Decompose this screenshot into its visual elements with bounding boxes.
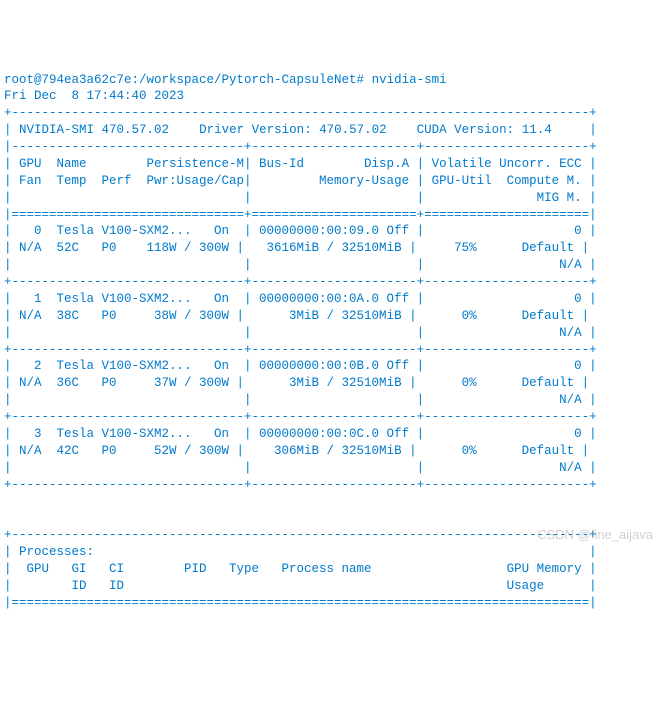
watermark: CSDN @fine_aijava (537, 526, 653, 544)
col-header-2: | Fan Temp Perf Pwr:Usage/Cap| Memory-Us… (4, 174, 597, 188)
col-header-sep: |===============================+=======… (4, 208, 597, 222)
command: nvidia-smi (372, 73, 447, 87)
col-header-3: | | | MIG M. | (4, 191, 597, 205)
col-header-1: | GPU Name Persistence-M| Bus-Id Disp.A … (4, 157, 597, 171)
header-sep: |-------------------------------+-------… (4, 140, 597, 154)
proc-sep: |=======================================… (4, 596, 597, 610)
proc-top: +---------------------------------------… (4, 528, 597, 542)
timestamp: Fri Dec 8 17:44:40 2023 (4, 89, 184, 103)
top-border: +---------------------------------------… (4, 106, 597, 120)
gpu-rows: | 0 Tesla V100-SXM2... On | 00000000:00:… (4, 223, 661, 493)
proc-header: | Processes: | (4, 545, 597, 559)
proc-cols2: | ID ID Usage | (4, 579, 597, 593)
prompt: root@794ea3a62c7e:/workspace/Pytorch-Cap… (4, 73, 372, 87)
empty (4, 511, 597, 525)
version-row: | NVIDIA-SMI 470.57.02 Driver Version: 4… (4, 123, 597, 137)
